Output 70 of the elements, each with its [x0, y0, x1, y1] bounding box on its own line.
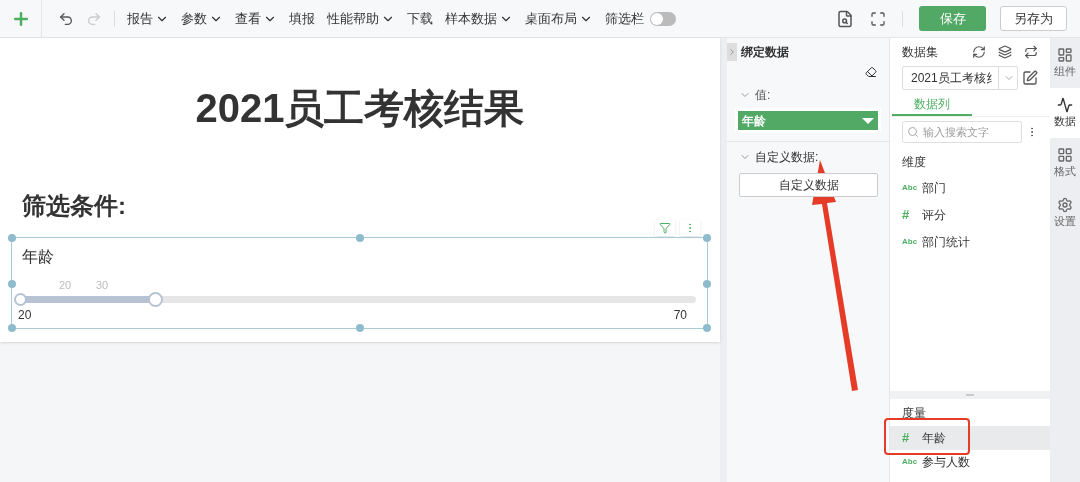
field-item[interactable]: # 年龄	[890, 426, 1050, 450]
resize-handle[interactable]	[356, 234, 364, 242]
type-icon: #	[902, 428, 918, 448]
resize-handle[interactable]	[703, 234, 711, 242]
collapse-icon[interactable]	[727, 43, 737, 61]
type-icon: Abc	[902, 235, 918, 248]
redo-icon[interactable]	[86, 10, 102, 27]
dimensions-heading: 维度	[902, 154, 927, 171]
custom-data-label: 自定义数据:	[755, 149, 819, 166]
menu-item[interactable]: 报告	[127, 8, 169, 29]
menu-item[interactable]: 填报	[289, 8, 315, 29]
search-icon	[907, 126, 919, 138]
resize-handle[interactable]	[8, 234, 16, 242]
side-tab[interactable]: 数据	[1050, 88, 1080, 138]
custom-data-button[interactable]: 自定义数据	[739, 173, 878, 197]
resize-handle[interactable]	[8, 324, 16, 332]
preview-icon[interactable]	[836, 9, 854, 28]
edit-icon[interactable]	[1022, 70, 1038, 86]
side-tab[interactable]: 组件	[1050, 38, 1080, 88]
type-icon: Abc	[902, 456, 918, 468]
side-tab[interactable]: 设置	[1050, 188, 1080, 238]
field-item[interactable]: 部门统计	[922, 232, 970, 251]
eraser-icon[interactable]	[865, 66, 877, 78]
resize-handle[interactable]	[703, 324, 711, 332]
filter-heading: 筛选条件:	[22, 191, 126, 221]
resize-handle[interactable]	[356, 324, 364, 332]
slider-min-label: 20	[18, 307, 32, 324]
menu-item[interactable]: 查看	[235, 8, 277, 29]
refresh-icon[interactable]	[972, 45, 986, 59]
field-item[interactable]: Abc 参与人数	[890, 450, 1050, 474]
menu-item[interactable]: 下载	[407, 8, 433, 29]
resize-handle[interactable]	[703, 280, 711, 288]
layers-icon[interactable]	[998, 45, 1012, 59]
measures-heading: 度量	[902, 405, 927, 422]
dropdown-caret-icon	[862, 117, 874, 124]
filter-icon[interactable]	[655, 220, 675, 236]
dataset-select[interactable]: 2021员工考核纟	[902, 66, 1018, 90]
component-icon	[1057, 46, 1073, 63]
type-icon: #	[902, 205, 918, 225]
undo-icon[interactable]	[58, 10, 74, 27]
menu-item[interactable]: 参数	[181, 8, 223, 29]
filter-bar-toggle[interactable]	[650, 11, 676, 26]
range-high-value: 30	[96, 278, 109, 293]
line-chart-icon	[1057, 96, 1073, 113]
type-icon: Abc	[902, 182, 918, 194]
slider-max-label: 70	[673, 307, 687, 324]
range-low-value: 20	[59, 278, 72, 293]
menu-item[interactable]: 桌面布局	[525, 8, 593, 29]
menu-item[interactable]: 性能帮助	[327, 8, 395, 29]
dataset-title: 数据集	[902, 44, 938, 61]
field-item[interactable]: 评分	[922, 205, 946, 224]
switch-icon[interactable]	[1024, 45, 1038, 59]
range-slider[interactable]	[14, 292, 696, 307]
grid-icon	[1057, 146, 1073, 163]
slider-thumb[interactable]	[148, 292, 164, 307]
filter-widget[interactable]: 年龄 20 30 20 70	[11, 237, 708, 329]
slider-thumb[interactable]	[14, 293, 27, 306]
settings-icon	[1057, 196, 1073, 213]
side-tab[interactable]: 格式	[1050, 138, 1080, 188]
save-as-button[interactable]: 另存为	[1000, 6, 1067, 31]
field-item[interactable]: 部门	[922, 179, 946, 197]
menu-item[interactable]: 样本数据	[445, 8, 513, 29]
fullscreen-icon[interactable]	[870, 10, 886, 27]
filter-label: 年龄	[22, 247, 54, 267]
report-title: 2021员工考核结果	[194, 85, 526, 132]
panel-title: 绑定数据	[741, 44, 789, 61]
search-field[interactable]: 输入搜索文字	[902, 121, 1022, 143]
value-label: 值:	[755, 87, 771, 104]
resize-handle[interactable]	[8, 280, 16, 288]
filter-bar-label: 筛选栏	[605, 9, 644, 28]
